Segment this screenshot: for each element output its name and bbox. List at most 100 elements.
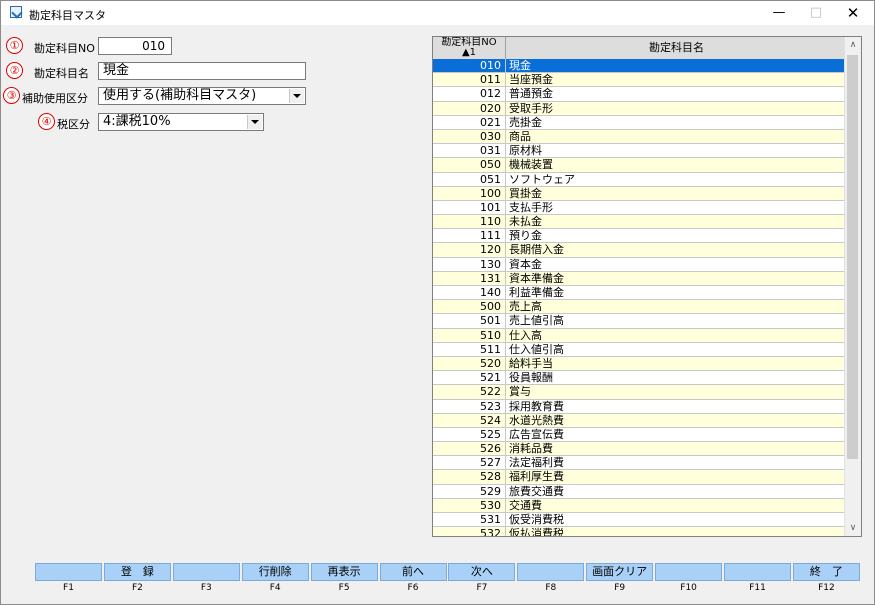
fkey-button-f6[interactable]: 前へ [379,563,447,581]
table-row[interactable]: 120 長期借入金 [433,243,846,258]
table-row[interactable]: 131 資本準備金 [433,271,846,286]
table-row[interactable]: 030 商品 [433,129,846,145]
close-button[interactable]: ✕ [835,1,871,25]
account-name-input[interactable]: 現金 [98,62,306,80]
table-row[interactable]: 050 機械装置 [433,158,846,173]
fkey-label-f3: F3 [200,583,212,593]
table-row[interactable]: 510 仕入高 [433,328,846,343]
cell-account-no: 529 [433,484,506,498]
fkey-button-f4[interactable]: 行削除 [241,563,309,581]
table-row[interactable]: 130 資本金 [433,257,846,272]
cell-account-name: 商品 [509,129,531,143]
column-header-no[interactable]: 勘定科目NO ▲1 [433,37,506,59]
table-row[interactable]: 020 受取手形 [433,101,846,116]
cell-account-name: 水道光熱費 [509,413,564,427]
cell-account-name: 売掛金 [509,115,542,129]
annotation-marker-3: ③ [3,87,20,104]
minimize-button[interactable]: — [761,1,797,25]
table-row[interactable]: 523 採用教育費 [433,399,846,414]
table-row[interactable]: 012 普通預金 [433,87,846,102]
cell-account-name: 広告宣伝費 [509,427,564,441]
fkey-button-f8[interactable] [517,563,585,581]
table-row[interactable]: 521 役員報酬 [433,371,846,386]
tax-label: 税区分 [57,118,90,131]
cell-account-no: 522 [433,385,506,399]
fkey-button-f5[interactable]: 再表示 [310,563,378,581]
table-row[interactable]: 522 賞与 [433,385,846,400]
cell-account-no: 030 [433,129,506,144]
table-row[interactable]: 021 売掛金 [433,115,846,130]
table-row[interactable]: 525 広告宣伝費 [433,427,846,443]
cell-account-name: 原材料 [509,144,542,158]
table-row[interactable]: 110 未払金 [433,215,846,230]
sub-usage-value: 使用する(補助科目マスタ) [103,88,257,103]
cell-account-name: 仕入高 [509,328,542,342]
chevron-down-icon[interactable] [289,89,304,103]
vertical-scrollbar[interactable]: ∧ ∨ [844,37,861,536]
title-bar: 勘定科目マスタ — □ ✕ [1,1,874,25]
scroll-up-icon[interactable]: ∧ [845,37,861,53]
cell-account-name: 福利厚生費 [509,470,564,484]
column-header-name[interactable]: 勘定科目名 [507,37,846,59]
table-row[interactable]: 101 支払手形 [433,200,846,216]
scroll-down-icon[interactable]: ∨ [845,520,861,536]
account-no-input[interactable]: 010 [98,37,172,55]
cell-account-no: 011 [433,73,506,87]
cell-account-no: 051 [433,172,506,186]
scroll-thumb[interactable] [847,55,858,459]
table-row[interactable]: 526 消耗品費 [433,442,846,457]
cell-account-name: 給料手当 [509,356,553,370]
table-row[interactable]: 111 預り金 [433,229,846,244]
cell-account-name: 売上高 [509,300,542,314]
cell-account-no: 031 [433,144,506,158]
table-row[interactable]: 011 当座預金 [433,73,846,88]
app-window: 勘定科目マスタ — □ ✕ ① 勘定科目NO 010 ② 勘定科目名 現金 ③ … [0,0,875,605]
table-row[interactable]: 500 売上高 [433,300,846,315]
table-row[interactable]: 527 法定福利費 [433,456,846,471]
table-row[interactable]: 010 現金 [433,59,846,74]
fkey-button-f1[interactable] [35,563,102,581]
table-row[interactable]: 031 原材料 [433,144,846,159]
cell-account-no: 131 [433,271,506,285]
tax-select[interactable]: 4:課税10% [98,113,264,131]
cell-account-no: 523 [433,399,506,413]
table-row[interactable]: 529 旅費交通費 [433,484,846,499]
fkey-label-f11: F11 [749,583,766,593]
sub-usage-label: 補助使用区分 [22,92,88,105]
fkey-button-f12[interactable]: 終 了 [792,563,860,581]
cell-account-name: 仮払消費税 [509,527,564,537]
fkey-button-f2[interactable]: 登 録 [103,563,171,581]
cell-account-no: 526 [433,442,506,456]
cell-account-no: 501 [433,314,506,328]
table-row[interactable]: 531 仮受消費税 [433,513,846,528]
table-row[interactable]: 501 売上値引高 [433,314,846,329]
table-row[interactable]: 100 買掛金 [433,186,846,201]
fkey-button-f10[interactable] [655,563,723,581]
cell-account-name: 賞与 [509,385,531,399]
cell-account-no: 110 [433,215,506,229]
table-row[interactable]: 528 福利厚生費 [433,470,846,485]
maximize-button[interactable]: □ [798,1,834,25]
cell-account-name: 仮受消費税 [509,513,564,526]
cell-account-no: 531 [433,513,506,527]
cell-account-name: 普通預金 [509,87,553,101]
account-grid: 勘定科目NO ▲1 勘定科目名 010 現金 011 当座預金 012 普通預金 020 受取… [432,36,862,537]
fkey-label-f6: F6 [407,583,419,593]
cell-account-name: 現金 [509,59,531,72]
table-row[interactable]: 140 利益準備金 [433,286,846,301]
table-row[interactable]: 511 仕入値引高 [433,342,846,357]
annotation-marker-4: ④ [38,113,55,130]
fkey-button-f11[interactable] [724,563,791,581]
table-row[interactable]: 532 仮払消費税 [433,527,846,537]
fkey-button-f9[interactable]: 画面クリア [586,563,654,581]
table-row[interactable]: 524 水道光熱費 [433,413,846,428]
table-row[interactable]: 520 給料手当 [433,356,846,372]
table-row[interactable]: 051 ソフトウェア [433,172,846,187]
table-row[interactable]: 530 交通費 [433,498,846,513]
fkey-label-f10: F10 [680,583,697,593]
chevron-down-icon[interactable] [247,115,262,129]
cell-account-no: 021 [433,115,506,129]
fkey-button-f7[interactable]: 次へ [448,563,516,581]
fkey-button-f3[interactable] [172,563,240,581]
sub-usage-select[interactable]: 使用する(補助科目マスタ) [98,87,306,105]
